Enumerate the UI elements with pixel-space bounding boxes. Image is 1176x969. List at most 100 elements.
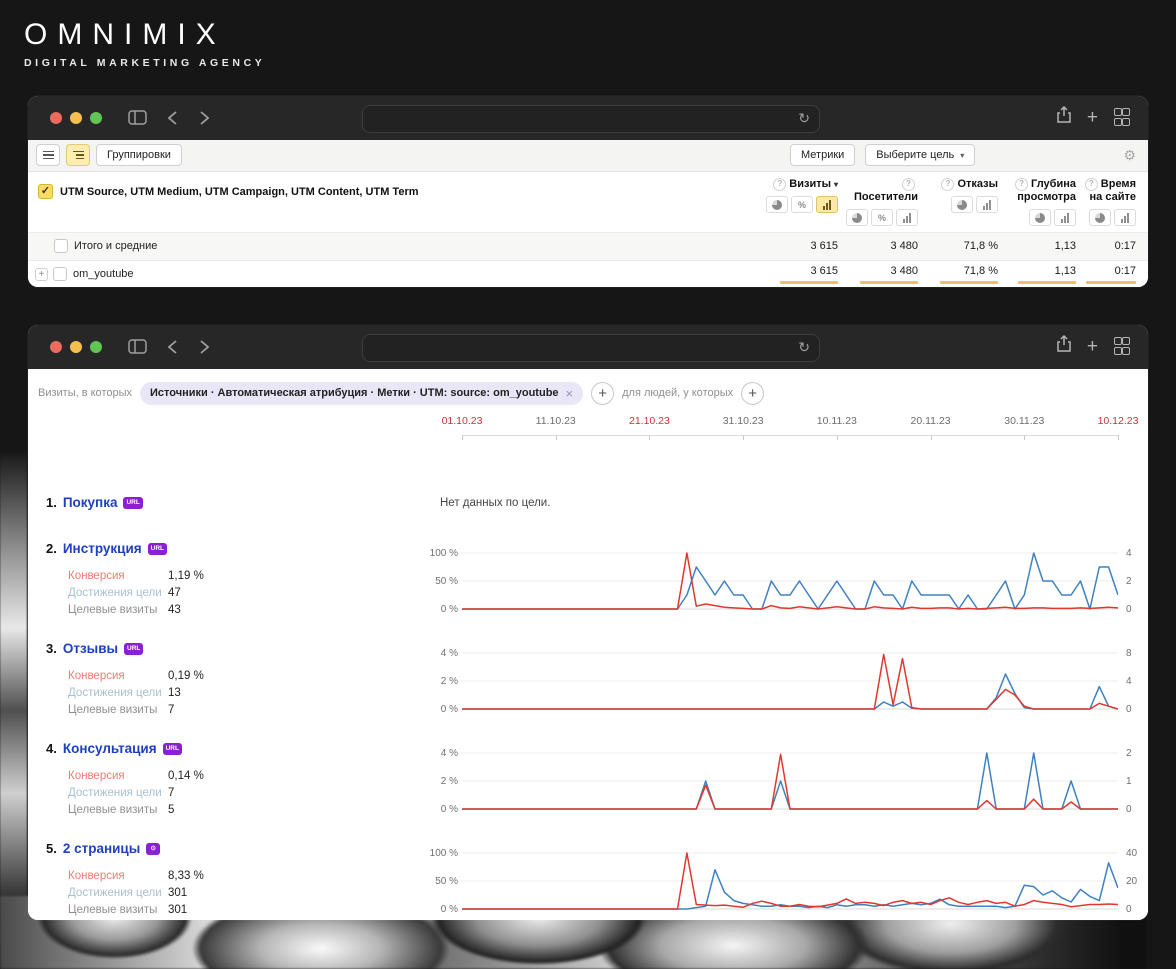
bar-toggle-button[interactable] [1054, 209, 1076, 226]
metric-column-header[interactable]: ?Отказы [920, 178, 998, 191]
row-checkbox[interactable] [54, 239, 68, 253]
goal-name-link[interactable]: Покупка [63, 495, 118, 510]
help-icon[interactable]: ? [1085, 178, 1098, 191]
metrics-button[interactable]: Метрики [790, 144, 855, 166]
list-view-button[interactable] [36, 144, 60, 166]
tree-icon [73, 151, 84, 160]
close-icon[interactable]: × [566, 386, 574, 401]
minimize-button[interactable] [70, 112, 82, 124]
table-row[interactable]: +om_youtube3 6153 48071,8 %1,130:17 [28, 260, 1148, 287]
pie-toggle-button[interactable] [951, 196, 973, 213]
reload-icon[interactable]: ↻ [798, 338, 810, 356]
metric-value: 1,13 [1000, 265, 1078, 284]
new-tab-icon[interactable]: + [1087, 108, 1098, 127]
add-visit-condition-button[interactable]: + [591, 382, 614, 405]
pie-toggle-button[interactable] [846, 209, 868, 226]
pie-toggle-button[interactable] [1089, 209, 1111, 226]
row-checkbox[interactable] [53, 267, 67, 281]
dimension-checkbox[interactable]: ✓ [38, 184, 53, 199]
metric-column-header[interactable]: ?Время на сайте [1078, 178, 1136, 204]
window1-titlebar: ↻ + [28, 96, 1148, 140]
stat-label: Достижения цели [68, 687, 162, 699]
back-icon[interactable] [168, 340, 177, 359]
right-axis-label: 40 [1126, 848, 1148, 859]
address-bar[interactable]: ↻ [362, 105, 820, 133]
share-icon[interactable] [1057, 106, 1071, 128]
pie-toggle-button[interactable] [1029, 209, 1051, 226]
goal-chart: 4 %82 %40 %0 [414, 652, 1148, 710]
sort-desc-icon[interactable]: ▾ [834, 180, 838, 189]
share-icon[interactable] [1057, 335, 1071, 357]
utm-source-filter-chip[interactable]: Источники · Автоматическая атрибуция · М… [140, 382, 583, 405]
value-text: 1,13 [1000, 265, 1076, 277]
right-axis-label: 4 [1126, 548, 1148, 559]
metric-value: 3 480 [840, 265, 920, 284]
value-text: 0:17 [1078, 240, 1136, 252]
bar-toggle-button[interactable] [976, 196, 998, 213]
close-button[interactable] [50, 341, 62, 353]
add-people-condition-button[interactable]: + [741, 382, 764, 405]
goal-stat-row: Целевые визиты301 [68, 904, 308, 916]
share-bar [1018, 281, 1076, 284]
goal-number: 4. [46, 741, 57, 756]
groupings-button[interactable]: Группировки [96, 144, 182, 166]
table-row[interactable]: Итого и средние3 6153 48071,8 %1,130:17 [28, 232, 1148, 260]
goal-name-link[interactable]: Отзывы [63, 641, 118, 656]
minimize-button[interactable] [70, 341, 82, 353]
bar-toggle-button[interactable] [1114, 209, 1136, 226]
people-condition-label: для людей, у которых [622, 387, 733, 399]
dimension-header-label[interactable]: UTM Source, UTM Medium, UTM Campaign, UT… [60, 186, 419, 198]
tab-overview-icon[interactable] [1114, 108, 1128, 126]
right-axis-label: 0 [1126, 804, 1148, 815]
conversion-line-chart [462, 652, 1118, 710]
sidebar-icon[interactable] [128, 110, 147, 130]
visits-condition-label: Визиты, в которых [38, 387, 132, 399]
reload-icon[interactable]: ↻ [798, 109, 810, 127]
stat-value: 0,14 % [168, 770, 204, 782]
pie-toggle-button[interactable] [766, 196, 788, 213]
tab-overview-icon[interactable] [1114, 337, 1128, 355]
tree-view-button[interactable] [66, 144, 90, 166]
percent-toggle-button[interactable]: % [791, 196, 813, 213]
metric-value: 3 480 [840, 240, 920, 252]
bar-toggle-button[interactable] [896, 209, 918, 226]
help-icon[interactable]: ? [773, 178, 786, 191]
metric-column-header[interactable]: ?Посетители [840, 178, 918, 204]
zoom-button[interactable] [90, 341, 102, 353]
forward-icon[interactable] [200, 111, 209, 130]
close-button[interactable] [50, 112, 62, 124]
goal-name-link[interactable]: Инструкция [63, 541, 142, 556]
goal-chart: 4 %22 %10 %0 [414, 752, 1148, 810]
stat-value: 7 [168, 787, 174, 799]
row-label[interactable]: Итого и средние [74, 240, 157, 252]
back-icon[interactable] [168, 111, 177, 130]
goal-section: 5.2 страницы⊙Конверсия8,33 %Достижения ц… [28, 841, 1148, 920]
goal-name-link[interactable]: 2 страницы [63, 841, 140, 856]
metric-display-toggles [920, 196, 998, 213]
metric-column-header[interactable]: ?Визиты▾ [722, 178, 838, 191]
sidebar-icon[interactable] [128, 339, 147, 359]
forward-icon[interactable] [200, 340, 209, 359]
help-icon[interactable]: ? [1015, 178, 1028, 191]
metric-column-header[interactable]: ?Глубина просмотра [1000, 178, 1076, 204]
value-text: 71,8 % [920, 240, 998, 252]
goal-stat-row: Целевые визиты5 [68, 804, 308, 816]
gear-icon[interactable]: ⚙ [1123, 147, 1136, 163]
address-bar[interactable]: ↻ [362, 334, 820, 362]
goal-name-link[interactable]: Консультация [63, 741, 157, 756]
stat-value: 13 [168, 687, 181, 699]
help-icon[interactable]: ? [902, 178, 915, 191]
metric-value: 3 615 [722, 265, 840, 284]
help-icon[interactable]: ? [941, 178, 954, 191]
list-icon [43, 151, 54, 160]
zoom-button[interactable] [90, 112, 102, 124]
percent-toggle-button[interactable]: % [871, 209, 893, 226]
row-label[interactable]: om_youtube [73, 268, 134, 280]
goal-section: 3.ОтзывыURLКонверсия0,19 %Достижения цел… [28, 641, 1148, 741]
goal-select-button[interactable]: Выберите цель▾ [865, 144, 975, 166]
pie-chart-icon [852, 213, 862, 223]
stat-value: 7 [168, 704, 174, 716]
bar-toggle-button[interactable] [816, 196, 838, 213]
expand-row-button[interactable]: + [35, 268, 48, 281]
new-tab-icon[interactable]: + [1087, 337, 1098, 356]
